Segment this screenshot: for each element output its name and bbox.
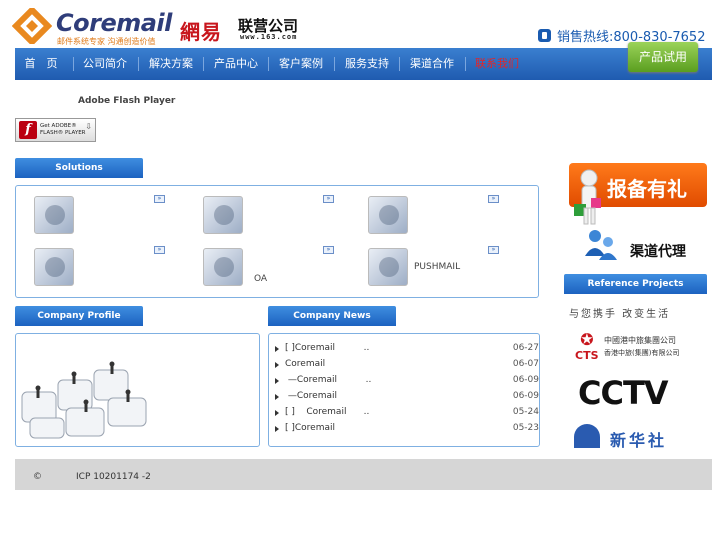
more-arrow-icon[interactable]: » bbox=[488, 195, 499, 203]
cts-name-line1: 中國港中旅集團公司 bbox=[604, 336, 676, 345]
tab-reference-projects[interactable]: Reference Projects bbox=[564, 274, 707, 294]
promo-banner-text: 报备有礼 bbox=[607, 177, 687, 201]
nav-item-solutions[interactable]: 解决方案 bbox=[141, 48, 201, 80]
news-item[interactable]: —Coremail 06-09 bbox=[275, 390, 539, 406]
cts-name-line2: 香港中旅(集團)有限公司 bbox=[604, 349, 680, 357]
solutions-panel: » » » » OA » PUSHMAIL » bbox=[15, 185, 539, 298]
cctv-logo[interactable]: CCTV bbox=[578, 374, 669, 412]
nav-divider bbox=[399, 57, 400, 71]
flash-badge-line1: Get ADOBE® bbox=[40, 123, 77, 129]
download-arrow-icon: ⇩ bbox=[85, 122, 92, 131]
flash-badge-line2: FLASH® PLAYER bbox=[40, 130, 86, 136]
nav-item-support[interactable]: 服务支持 bbox=[337, 48, 397, 80]
logo-slogan: 邮件系统专家 沟通创造价值 bbox=[57, 37, 156, 46]
nav-divider bbox=[73, 57, 74, 71]
phone-icon bbox=[538, 29, 551, 42]
product-trial-button[interactable]: 产品试用 bbox=[628, 42, 698, 72]
xinhua-emblem-icon bbox=[574, 424, 600, 448]
tab-company-profile[interactable]: Company Profile bbox=[15, 306, 143, 326]
company-profile-panel bbox=[15, 333, 260, 447]
company-news-panel: [ ]Coremail .. 06-27 Coremail 06-07 —Cor… bbox=[268, 333, 540, 447]
nav-divider bbox=[138, 57, 139, 71]
bullet-icon bbox=[275, 362, 279, 368]
copyright-symbol: © bbox=[33, 472, 42, 482]
bullet-icon bbox=[275, 394, 279, 400]
xinhua-logo[interactable]: 新华社 bbox=[574, 424, 684, 448]
nav-divider bbox=[203, 57, 204, 71]
netease-logo: 網易 bbox=[180, 20, 222, 44]
news-item[interactable]: —Coremail .. 06-09 bbox=[275, 374, 539, 390]
coremail-logo-icon[interactable] bbox=[12, 8, 52, 44]
channel-agent-icon[interactable] bbox=[583, 228, 619, 262]
tab-company-news[interactable]: Company News bbox=[268, 306, 396, 326]
news-item[interactable]: [ ]Coremail .. 06-27 bbox=[275, 342, 539, 358]
nav-divider bbox=[334, 57, 335, 71]
solution-thumbnail[interactable] bbox=[368, 196, 408, 234]
nav-item-contact[interactable]: 联系我们 bbox=[467, 48, 527, 80]
reference-slogan: 与您携手 改变生活 bbox=[569, 309, 671, 320]
more-arrow-icon[interactable]: » bbox=[488, 246, 499, 254]
news-item[interactable]: Coremail 06-07 bbox=[275, 358, 539, 374]
bullet-icon bbox=[275, 346, 279, 352]
nav-divider bbox=[268, 57, 269, 71]
bullet-icon bbox=[275, 378, 279, 384]
news-item[interactable]: [ ]Coremail 05-23 bbox=[275, 422, 539, 438]
solution-thumbnail[interactable] bbox=[203, 248, 243, 286]
cts-abbreviation: CTS bbox=[575, 349, 599, 362]
flash-player-title: Adobe Flash Player bbox=[78, 96, 176, 106]
icp-license[interactable]: ICP 10201174 -2 bbox=[76, 472, 151, 482]
nav-item-home[interactable]: 首 页 bbox=[11, 48, 71, 80]
figure-with-gift-icon bbox=[574, 169, 601, 225]
logo-text[interactable]: Coremail bbox=[56, 9, 172, 37]
more-arrow-icon[interactable]: » bbox=[154, 246, 165, 254]
main-nav: 首 页 公司简介 解决方案 产品中心 客户案例 服务支持 渠道合作 联系我们 bbox=[15, 48, 712, 80]
news-item[interactable]: [ ] Coremail .. 05-24 bbox=[275, 406, 539, 422]
solution-thumbnail[interactable] bbox=[34, 196, 74, 234]
bullet-icon bbox=[275, 426, 279, 432]
nav-divider bbox=[465, 57, 466, 71]
more-arrow-icon[interactable]: » bbox=[323, 246, 334, 254]
nav-item-products[interactable]: 产品中心 bbox=[206, 48, 266, 80]
xinhua-text: 新华社 bbox=[610, 431, 668, 448]
nav-item-profile[interactable]: 公司简介 bbox=[75, 48, 135, 80]
solution-label-pushmail[interactable]: PUSHMAIL bbox=[414, 262, 460, 272]
keyboard-figures-image[interactable] bbox=[16, 340, 156, 440]
tab-solutions[interactable]: Solutions bbox=[15, 158, 143, 178]
nav-item-channel[interactable]: 渠道合作 bbox=[402, 48, 462, 80]
more-arrow-icon[interactable]: » bbox=[323, 195, 334, 203]
flash-icon: f bbox=[19, 121, 37, 139]
cts-logo[interactable]: ✪ CTS 中國港中旅集團公司 香港中旅(集團)有限公司 bbox=[574, 330, 684, 364]
footer: © ICP 10201174 -2 bbox=[15, 459, 712, 490]
solution-thumbnail[interactable] bbox=[34, 248, 74, 286]
channel-agent-label[interactable]: 渠道代理 bbox=[630, 241, 686, 261]
nav-item-cases[interactable]: 客户案例 bbox=[271, 48, 331, 80]
bullet-icon bbox=[275, 410, 279, 416]
solution-label-oa[interactable]: OA bbox=[254, 274, 267, 284]
get-flash-player-button[interactable]: f Get ADOBE® FLASH® PLAYER ⇩ bbox=[15, 118, 96, 142]
more-arrow-icon[interactable]: » bbox=[154, 195, 165, 203]
partner-url: www.163.com bbox=[240, 33, 298, 41]
solution-thumbnail[interactable] bbox=[368, 248, 408, 286]
solution-thumbnail[interactable] bbox=[203, 196, 243, 234]
cts-star-icon: ✪ bbox=[580, 330, 594, 349]
